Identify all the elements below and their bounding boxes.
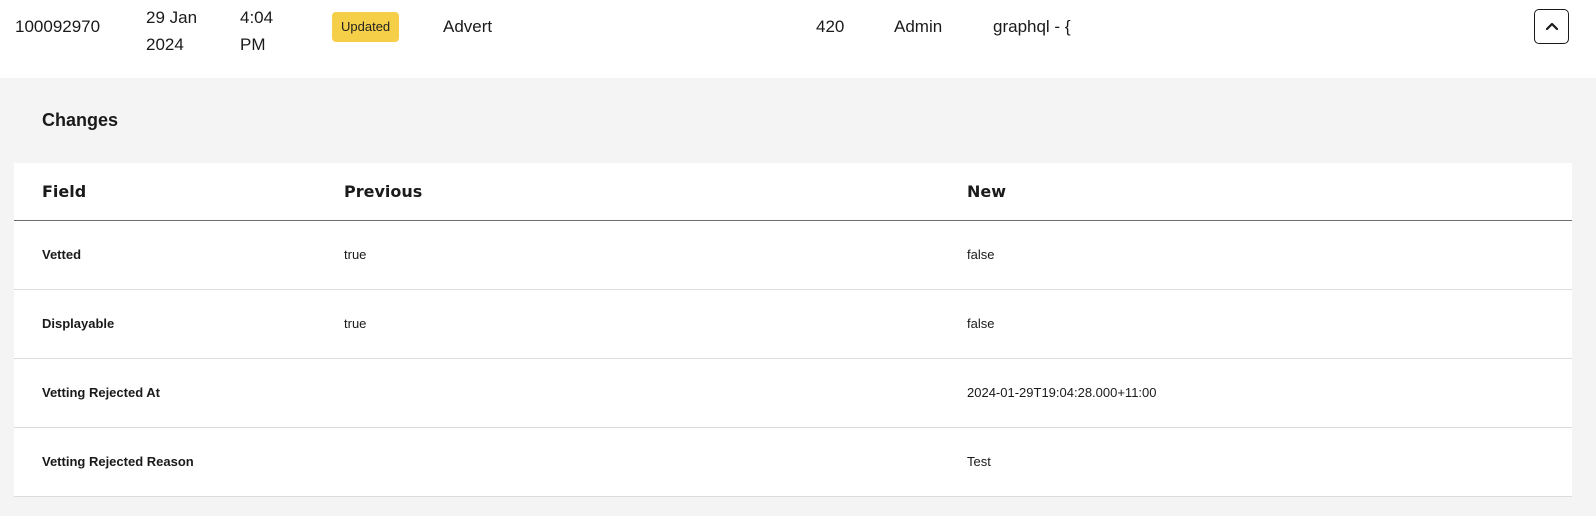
record-id: 100092970 — [15, 17, 101, 36]
table-row: Vetting Rejected Reason Test — [14, 428, 1572, 497]
table-row: Displayable true false — [14, 290, 1572, 359]
changes-table-header: Field Previous New — [14, 163, 1572, 221]
record-date-year: 2024 — [146, 35, 184, 54]
changes-table: Field Previous New Vetted true false Dis… — [14, 163, 1572, 497]
table-row: Vetted true false — [14, 221, 1572, 290]
record-date-day: 29 Jan — [146, 8, 198, 27]
change-source: graphql - { — [993, 17, 1071, 36]
change-previous-value: true — [344, 247, 367, 262]
chevron-up-icon — [1545, 18, 1559, 36]
record-date: 29 Jan 2024 — [146, 4, 226, 58]
change-new-value: Test — [967, 454, 991, 469]
column-header-new: New — [967, 182, 1007, 201]
change-field: Displayable — [42, 316, 115, 331]
change-field: Vetting Rejected At — [42, 385, 160, 400]
record-time-clock: 4:04 — [240, 8, 274, 27]
entity-number: 420 — [816, 17, 845, 36]
table-row: Vetting Rejected At 2024-01-29T19:04:28.… — [14, 359, 1572, 428]
change-new-value: false — [967, 247, 995, 262]
changed-by-user: Admin — [894, 17, 943, 36]
column-header-previous: Previous — [344, 182, 423, 201]
audit-log-row: 100092970 29 Jan 2024 4:04 PM Updated Ad… — [0, 0, 1596, 78]
record-time-period: PM — [240, 35, 266, 54]
change-previous-value: true — [344, 316, 367, 331]
record-time: 4:04 PM — [240, 4, 300, 58]
changes-title: Changes — [42, 110, 119, 130]
change-new-value: false — [967, 316, 995, 331]
status-badge: Updated — [332, 12, 400, 42]
entity-type: Advert — [443, 17, 493, 36]
change-new-value: 2024-01-29T19:04:28.000+11:00 — [967, 385, 1157, 400]
change-field: Vetted — [42, 247, 82, 262]
collapse-toggle-button[interactable] — [1534, 9, 1569, 44]
change-field: Vetting Rejected Reason — [42, 454, 194, 469]
column-header-field: Field — [42, 182, 87, 201]
